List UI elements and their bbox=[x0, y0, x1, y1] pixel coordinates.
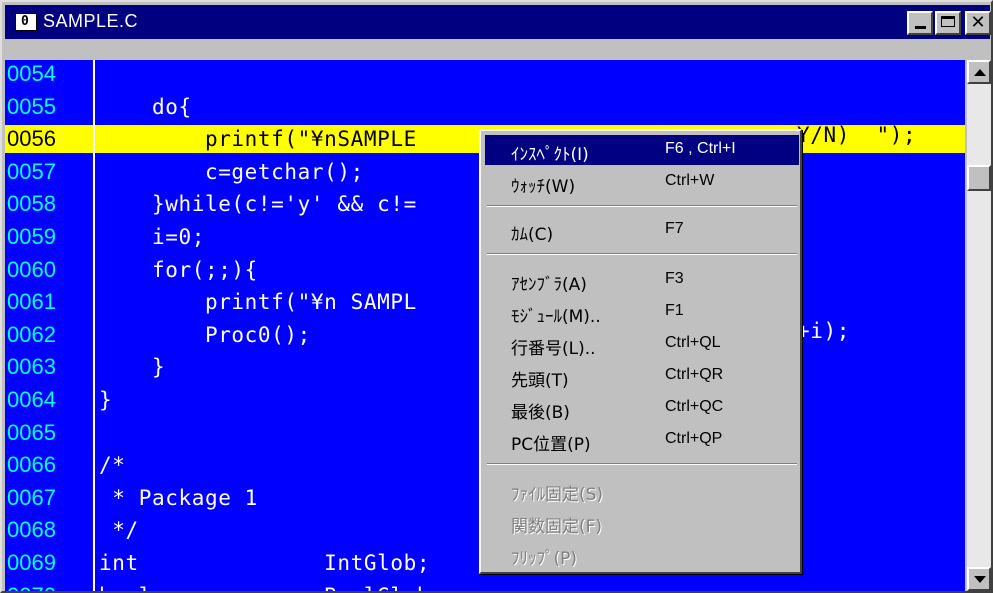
menu-item-line-number[interactable]: 行番号(L).. Ctrl+QL bbox=[485, 329, 799, 359]
code-text[interactable]: printf("¥nSAMPLE bbox=[99, 126, 417, 152]
code-text[interactable]: do{ bbox=[99, 94, 192, 120]
menu-item-top[interactable]: 先頭(T) Ctrl+QR bbox=[485, 361, 799, 391]
code-text[interactable]: boolean BoolGlob bbox=[99, 583, 430, 591]
code-text[interactable]: int IntGlob; bbox=[99, 550, 430, 576]
code-line[interactable]: 0055 do{ bbox=[5, 93, 965, 121]
code-text[interactable]: } bbox=[99, 387, 112, 413]
line-number[interactable]: 0055 bbox=[7, 94, 56, 120]
code-text[interactable]: */ bbox=[99, 517, 139, 543]
line-number[interactable]: 0066 bbox=[7, 452, 56, 478]
line-number[interactable]: 0064 bbox=[7, 387, 56, 413]
line-number[interactable]: 0056 bbox=[7, 126, 56, 152]
code-text[interactable]: * Package 1 bbox=[99, 485, 258, 511]
line-number[interactable]: 0063 bbox=[7, 354, 56, 380]
app-icon[interactable] bbox=[15, 13, 37, 31]
line-0061-overflow: +i); bbox=[797, 319, 850, 343]
line-number[interactable]: 0062 bbox=[7, 322, 56, 348]
maximize-button[interactable] bbox=[935, 11, 961, 35]
menu-item-module[interactable]: ﾓｼﾞｭｰﾙ(M).. F1 bbox=[485, 297, 799, 327]
line-number[interactable]: 0067 bbox=[7, 485, 56, 511]
menu-item-inspect[interactable]: ｲﾝｽﾍﾟｸﾄ(I) F6 , Ctrl+I bbox=[485, 135, 799, 165]
line-number[interactable]: 0061 bbox=[7, 289, 56, 315]
menu-item-flip[interactable]: ﾌﾘｯﾌﾟ(P) bbox=[485, 539, 799, 569]
code-text[interactable]: } bbox=[99, 354, 165, 380]
menu-item-file-lock[interactable]: ﾌｧｲﾙ固定(S) bbox=[485, 475, 799, 505]
menu-item-pc-position[interactable]: PC位置(P) Ctrl+QP bbox=[485, 425, 799, 455]
context-menu: ｲﾝｽﾍﾟｸﾄ(I) F6 , Ctrl+I ｳｫｯﾁ(W) Ctrl+W ｶﾑ… bbox=[479, 129, 802, 574]
menu-separator bbox=[487, 205, 797, 207]
scroll-thumb[interactable] bbox=[967, 165, 991, 191]
line-number[interactable]: 0060 bbox=[7, 257, 56, 283]
minimize-button[interactable] bbox=[907, 11, 933, 35]
scroll-down-button[interactable] bbox=[967, 567, 991, 591]
scroll-track[interactable] bbox=[967, 84, 991, 567]
close-button[interactable]: ✕ bbox=[965, 11, 991, 35]
menu-item-function-lock[interactable]: 関数固定(F) bbox=[485, 507, 799, 537]
code-text[interactable]: /* bbox=[99, 452, 126, 478]
line-number[interactable]: 0059 bbox=[7, 224, 56, 250]
scroll-up-button[interactable] bbox=[967, 60, 991, 84]
vertical-scrollbar[interactable] bbox=[967, 60, 991, 591]
line-number[interactable]: 0054 bbox=[7, 61, 56, 87]
code-text[interactable]: printf("¥n SAMPL bbox=[99, 289, 417, 315]
code-text[interactable]: Proc0(); bbox=[99, 322, 311, 348]
line-number[interactable]: 0069 bbox=[7, 550, 56, 576]
code-line[interactable]: 0054 bbox=[5, 60, 965, 88]
code-text[interactable]: }while(c!='y' && c!= bbox=[99, 191, 417, 217]
menu-item-bottom[interactable]: 最後(B) Ctrl+QC bbox=[485, 393, 799, 423]
line-number[interactable]: 0070 bbox=[7, 583, 56, 591]
code-text[interactable]: c=getchar(); bbox=[99, 159, 364, 185]
line-number[interactable]: 0065 bbox=[7, 420, 56, 446]
code-text[interactable]: for(;;){ bbox=[99, 257, 258, 283]
window-title: SAMPLE.C bbox=[43, 11, 139, 31]
menu-item-come[interactable]: ｶﾑ(C) F7 bbox=[485, 215, 799, 245]
line-number[interactable]: 0068 bbox=[7, 517, 56, 543]
editor-window: SAMPLE.C ✕ 0054 0055 do{ 0056 printf("¥nSA… bbox=[0, 0, 993, 593]
line-number[interactable]: 0057 bbox=[7, 159, 56, 185]
menu-item-assembler[interactable]: ｱｾﾝﾌﾞﾗ(A) F3 bbox=[485, 265, 799, 295]
menu-item-watch[interactable]: ｳｫｯﾁ(W) Ctrl+W bbox=[485, 167, 799, 197]
code-line[interactable]: 0070 boolean BoolGlob bbox=[5, 582, 965, 591]
menu-separator bbox=[487, 463, 797, 465]
line-0056-overflow: Y/N) "); bbox=[797, 123, 917, 147]
menu-separator bbox=[487, 253, 797, 255]
title-bar[interactable]: SAMPLE.C ✕ bbox=[5, 5, 991, 39]
line-number[interactable]: 0058 bbox=[7, 191, 56, 217]
code-text[interactable]: i=0; bbox=[99, 224, 205, 250]
